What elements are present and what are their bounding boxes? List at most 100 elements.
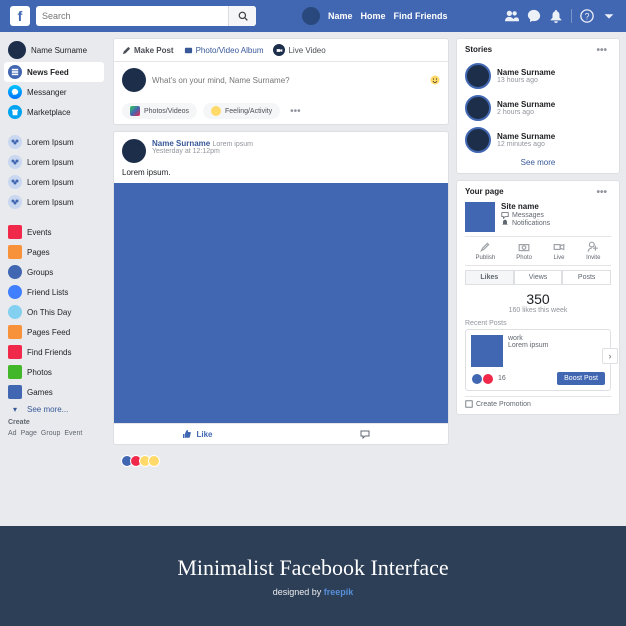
post-image[interactable] bbox=[114, 183, 448, 423]
boost-post-button[interactable]: Boost Post bbox=[557, 372, 605, 385]
sidebar-item-games[interactable]: Games bbox=[4, 382, 104, 402]
your-page-more[interactable]: ••• bbox=[592, 187, 611, 198]
sidebar-see-more[interactable]: ▾See more... bbox=[4, 402, 104, 417]
story-item[interactable]: Name Surname2 hours ago bbox=[465, 92, 611, 124]
reactions-row[interactable] bbox=[113, 451, 449, 471]
message-icon bbox=[501, 211, 509, 219]
sidebar-item-photos[interactable]: Photos bbox=[4, 362, 104, 382]
composer-input-row bbox=[114, 62, 448, 98]
recent-post: work Lorem ipsum › 16 Boost Post bbox=[465, 329, 611, 391]
page-notifications-link[interactable]: Notifications bbox=[501, 219, 550, 227]
story-item[interactable]: Name Surname12 minutes ago bbox=[465, 124, 611, 156]
emoji-icon[interactable] bbox=[430, 75, 440, 85]
composer-more[interactable]: ••• bbox=[286, 106, 305, 117]
sidebar-item-marketplace[interactable]: Marketplace bbox=[4, 102, 104, 122]
create-ad-link[interactable]: Ad bbox=[8, 430, 17, 437]
tab-label: Live Video bbox=[288, 46, 325, 55]
sidebar-item-pages[interactable]: Pages bbox=[4, 242, 104, 262]
search-input[interactable] bbox=[36, 11, 228, 21]
page-messages-link[interactable]: Messages bbox=[501, 211, 550, 219]
stories-more[interactable]: ••• bbox=[592, 45, 611, 56]
nav-home[interactable]: Home bbox=[361, 11, 386, 21]
page-thumbnail[interactable] bbox=[465, 202, 495, 232]
nav-find-friends[interactable]: Find Friends bbox=[394, 11, 448, 21]
sidebar-item-label: Lorem Ipsum bbox=[27, 198, 74, 207]
comment-icon bbox=[360, 429, 370, 439]
sidebar-item-find-friends[interactable]: Find Friends bbox=[4, 342, 104, 362]
composer-tab-photo-video[interactable]: Photo/Video Album bbox=[184, 46, 264, 55]
sidebar-item-on-this-day[interactable]: On This Day bbox=[4, 302, 104, 322]
banner-title: Minimalist Facebook Interface bbox=[177, 555, 448, 581]
stats-tab-posts[interactable]: Posts bbox=[562, 270, 611, 285]
sidebar-item-news-feed[interactable]: News Feed bbox=[4, 62, 104, 82]
stats-tab-views[interactable]: Views bbox=[514, 270, 563, 285]
create-page-link[interactable]: Page bbox=[21, 430, 37, 437]
help-icon[interactable]: ? bbox=[580, 9, 594, 23]
sidebar-profile[interactable]: Name Surname bbox=[4, 38, 104, 62]
post-body: Lorem ipsum. bbox=[114, 166, 448, 183]
stories-see-more[interactable]: See more bbox=[465, 156, 611, 167]
marketplace-icon bbox=[8, 105, 22, 119]
nav-name[interactable]: Name bbox=[328, 11, 353, 21]
top-icons: ? bbox=[505, 9, 616, 23]
composer-tab-make-post[interactable]: Make Post bbox=[122, 46, 174, 55]
search-button[interactable] bbox=[228, 6, 256, 26]
photos-icon bbox=[130, 106, 140, 116]
story-name: Name Surname bbox=[497, 132, 555, 141]
page-action-publish[interactable]: Publish bbox=[476, 241, 496, 261]
stat-value: 350 bbox=[465, 291, 611, 307]
recent-post-next[interactable]: › bbox=[602, 348, 618, 364]
composer-opt-photos[interactable]: Photos/Videos bbox=[122, 103, 197, 119]
bell-icon bbox=[501, 219, 509, 227]
page-action-photo[interactable]: Photo bbox=[516, 241, 532, 261]
search-box[interactable] bbox=[36, 6, 256, 26]
create-group-link[interactable]: Group bbox=[41, 430, 60, 437]
facebook-logo[interactable]: f bbox=[10, 6, 30, 26]
create-event-link[interactable]: Event bbox=[64, 430, 82, 437]
story-name: Name Surname bbox=[497, 68, 555, 77]
dropdown-icon[interactable] bbox=[602, 9, 616, 23]
sidebar-shortcut[interactable]: Lorem Ipsum bbox=[4, 172, 104, 192]
friend-requests-icon[interactable] bbox=[505, 9, 519, 23]
sidebar: Name Surname News Feed Messanger Marketp… bbox=[0, 32, 108, 526]
sidebar-shortcut[interactable]: Lorem Ipsum bbox=[4, 152, 104, 172]
avatar[interactable] bbox=[302, 7, 320, 25]
create-promotion-link[interactable]: Create Promotion bbox=[465, 396, 611, 408]
comment-button[interactable] bbox=[281, 424, 448, 444]
avatar[interactable] bbox=[122, 139, 146, 163]
on-this-day-icon bbox=[8, 305, 22, 319]
sidebar-item-messenger[interactable]: Messanger bbox=[4, 82, 104, 102]
composer-input[interactable] bbox=[152, 76, 424, 85]
page-action-invite[interactable]: Invite bbox=[586, 241, 600, 261]
recent-post-reactions[interactable]: 16 bbox=[471, 373, 506, 385]
page-name[interactable]: Site name bbox=[501, 202, 550, 211]
sidebar-shortcut[interactable]: Lorem Ipsum bbox=[4, 132, 104, 152]
notifications-icon[interactable] bbox=[549, 9, 563, 23]
sidebar-item-groups[interactable]: Groups bbox=[4, 262, 104, 282]
post-author[interactable]: Name Surname bbox=[152, 139, 210, 148]
sidebar-item-friend-lists[interactable]: Friend Lists bbox=[4, 282, 104, 302]
link-label: Notifications bbox=[512, 220, 550, 227]
messenger-icon[interactable] bbox=[527, 9, 541, 23]
chevron-right-icon: › bbox=[609, 351, 612, 361]
camera-icon bbox=[518, 241, 530, 253]
composer-opt-feeling[interactable]: Feeling/Activity bbox=[203, 103, 280, 119]
reaction-count: 16 bbox=[498, 375, 506, 382]
news-feed-icon bbox=[8, 65, 22, 79]
sidebar-item-label: Find Friends bbox=[27, 348, 71, 357]
live-icon bbox=[273, 44, 285, 56]
story-item[interactable]: Name Surname13 hours ago bbox=[465, 60, 611, 92]
avatar[interactable] bbox=[122, 68, 146, 92]
sidebar-item-label: Pages bbox=[27, 248, 50, 257]
sidebar-shortcut[interactable]: Lorem Ipsum bbox=[4, 192, 104, 212]
recent-post-thumb[interactable] bbox=[471, 335, 503, 367]
like-button[interactable]: Like bbox=[114, 424, 281, 444]
right-column: Stories••• Name Surname13 hours ago Name… bbox=[454, 32, 626, 526]
sidebar-item-events[interactable]: Events bbox=[4, 222, 104, 242]
group-icon bbox=[8, 175, 22, 189]
sidebar-item-label: Marketplace bbox=[27, 108, 71, 117]
stats-tab-likes[interactable]: Likes bbox=[465, 270, 514, 285]
sidebar-item-pages-feed[interactable]: Pages Feed bbox=[4, 322, 104, 342]
page-action-live[interactable]: Live bbox=[553, 241, 565, 261]
composer-tab-live[interactable]: Live Video bbox=[273, 44, 325, 56]
